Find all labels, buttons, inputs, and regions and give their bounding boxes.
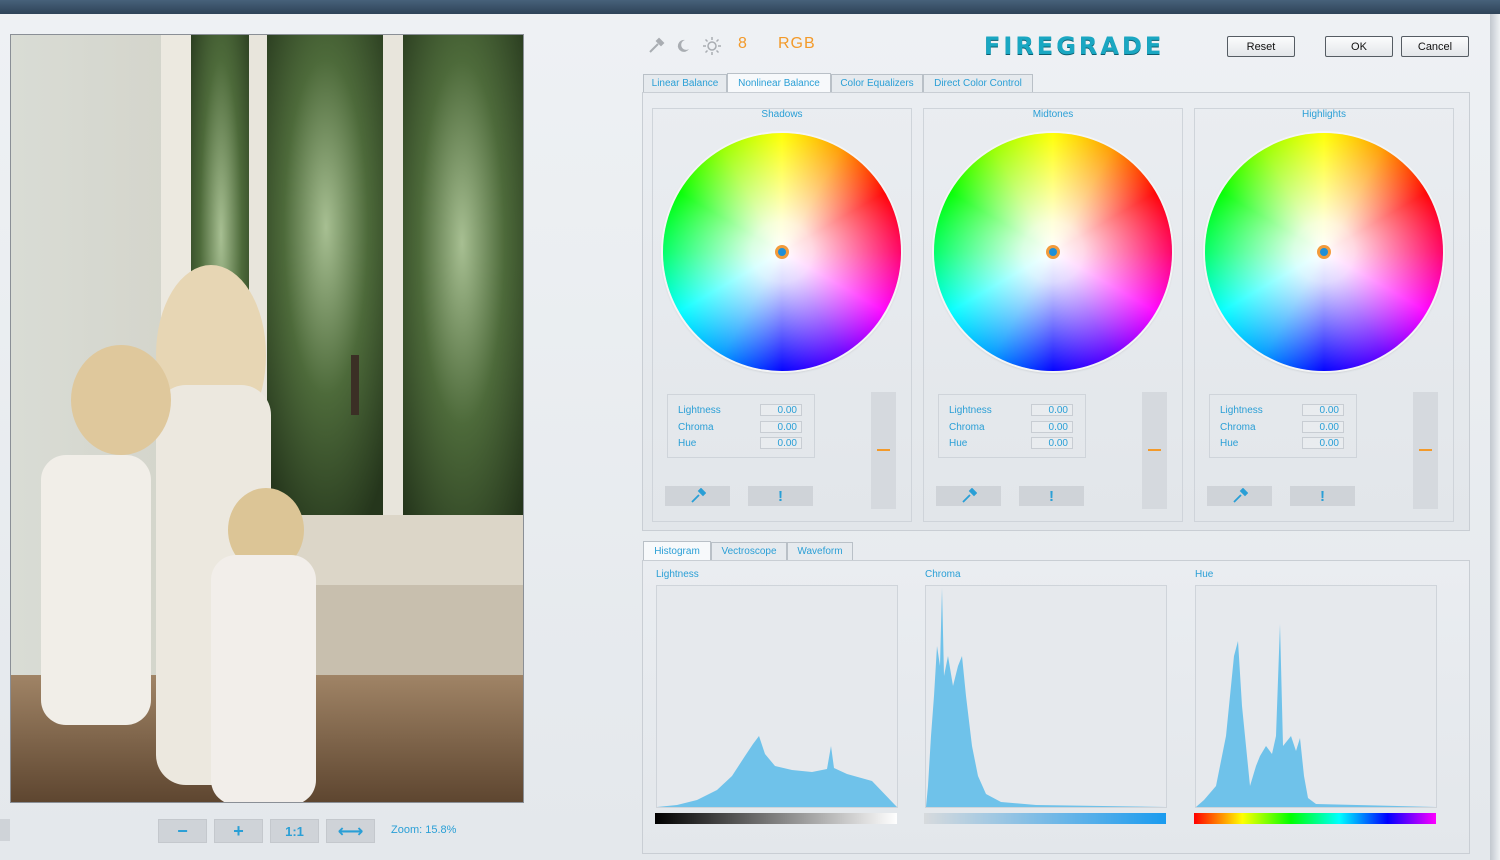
highlights-values: Lightness 0.00 Chroma 0.00 Hue 0.00 bbox=[1209, 394, 1357, 458]
firegrade-window: − + 1:1 ⟷ Zoom: 15.8% 8 RGB FIREGRADE Re… bbox=[0, 14, 1490, 860]
chroma-histogram-plot bbox=[926, 588, 1166, 807]
shadows-color-wheel[interactable] bbox=[663, 133, 901, 371]
shadows-level-slider[interactable] bbox=[871, 392, 896, 509]
midtones-section: Midtones Lightness 0.00 Chroma 0.00 Hue … bbox=[923, 108, 1183, 522]
zoom-toolbar: − + 1:1 ⟷ Zoom: 15.8% bbox=[0, 819, 520, 843]
lightness-label: Lightness bbox=[1220, 405, 1263, 416]
tab-histogram[interactable]: Histogram bbox=[643, 541, 711, 561]
shadows-picker-button[interactable] bbox=[665, 486, 730, 506]
chroma-histogram bbox=[925, 585, 1167, 808]
preview-photo bbox=[11, 35, 523, 802]
image-preview[interactable] bbox=[10, 34, 524, 803]
hue-histogram-plot bbox=[1196, 624, 1436, 807]
chroma-gradient-bar bbox=[924, 813, 1166, 824]
chroma-histogram-label: Chroma bbox=[925, 569, 961, 580]
tab-vectroscope[interactable]: Vectroscope bbox=[711, 542, 787, 561]
slider-thumb[interactable] bbox=[1148, 449, 1161, 451]
wheel-handle[interactable] bbox=[1046, 245, 1060, 259]
ok-button[interactable]: OK bbox=[1325, 36, 1393, 57]
shadows-tool[interactable] bbox=[673, 36, 693, 56]
window-edge bbox=[1490, 14, 1500, 860]
lightness-field[interactable]: 0.00 bbox=[760, 404, 802, 416]
tab-waveform[interactable]: Waveform bbox=[787, 542, 853, 561]
eyedropper-icon bbox=[649, 37, 665, 53]
eyedropper-icon bbox=[1232, 488, 1248, 503]
wheel-handle[interactable] bbox=[775, 245, 789, 259]
zoom-level-label: Zoom: 15.8% bbox=[391, 824, 457, 836]
hue-label: Hue bbox=[1220, 438, 1239, 449]
app-logo: FIREGRADE bbox=[984, 32, 1165, 60]
chroma-field[interactable]: 0.00 bbox=[1302, 421, 1344, 433]
midtones-level-slider[interactable] bbox=[1142, 392, 1167, 509]
actual-size-button[interactable]: 1:1 bbox=[270, 819, 319, 843]
lightness-field[interactable]: 0.00 bbox=[1031, 404, 1073, 416]
tab-direct-color-control[interactable]: Direct Color Control bbox=[923, 74, 1033, 93]
moon-icon bbox=[677, 39, 689, 52]
chroma-label: Chroma bbox=[949, 422, 985, 433]
midtones-color-wheel[interactable] bbox=[934, 133, 1172, 371]
lightness-label: Lightness bbox=[949, 405, 992, 416]
chroma-label: Chroma bbox=[678, 422, 714, 433]
highlights-color-wheel[interactable] bbox=[1205, 133, 1443, 371]
lightness-histogram-plot bbox=[657, 736, 897, 807]
sun-icon bbox=[703, 37, 721, 55]
tab-color-equalizers[interactable]: Color Equalizers bbox=[831, 74, 923, 93]
wheel-handle[interactable] bbox=[1317, 245, 1331, 259]
lightness-field[interactable]: 0.00 bbox=[1302, 404, 1344, 416]
hue-histogram-label: Hue bbox=[1195, 569, 1214, 580]
bit-depth-toggle[interactable]: 8 bbox=[738, 35, 747, 53]
fit-width-button[interactable]: ⟷ bbox=[326, 819, 375, 843]
chroma-label: Chroma bbox=[1220, 422, 1256, 433]
section-title: Shadows bbox=[761, 109, 803, 120]
reset-button[interactable]: Reset bbox=[1227, 36, 1295, 57]
eyedropper-icon bbox=[961, 488, 977, 503]
lightness-histogram bbox=[656, 585, 898, 808]
lightness-histogram-label: Lightness bbox=[656, 569, 699, 580]
highlights-picker-button[interactable] bbox=[1207, 486, 1272, 506]
section-title: Midtones bbox=[1032, 109, 1074, 120]
lightness-label: Lightness bbox=[678, 405, 721, 416]
highlights-level-slider[interactable] bbox=[1413, 392, 1438, 509]
zoom-out-button[interactable]: − bbox=[158, 819, 207, 843]
eyedropper-tool[interactable] bbox=[646, 36, 666, 56]
actual-size-icon: 1:1 bbox=[285, 823, 304, 839]
highlights-tool[interactable] bbox=[702, 36, 722, 56]
hue-field[interactable]: 0.00 bbox=[1302, 437, 1344, 449]
midtones-picker-button[interactable] bbox=[936, 486, 1001, 506]
chroma-field[interactable]: 0.00 bbox=[1031, 421, 1073, 433]
zoom-in-icon: + bbox=[233, 820, 244, 841]
hue-label: Hue bbox=[678, 438, 697, 449]
tab-linear-balance[interactable]: Linear Balance bbox=[643, 74, 727, 93]
eyedropper-icon bbox=[690, 488, 706, 503]
cancel-button[interactable]: Cancel bbox=[1401, 36, 1469, 57]
chroma-field[interactable]: 0.00 bbox=[760, 421, 802, 433]
hue-gradient-bar bbox=[1194, 813, 1436, 824]
slider-thumb[interactable] bbox=[877, 449, 890, 451]
lightness-gradient-bar bbox=[655, 813, 897, 824]
window-titlebar bbox=[0, 0, 1500, 14]
highlights-reset-button[interactable]: ! bbox=[1290, 486, 1355, 506]
highlights-section: Highlights Lightness 0.00 Chroma 0.00 Hu… bbox=[1194, 108, 1454, 522]
shadows-reset-button[interactable]: ! bbox=[748, 486, 813, 506]
zoom-out-icon: − bbox=[177, 820, 188, 841]
tab-nonlinear-balance[interactable]: Nonlinear Balance bbox=[727, 73, 831, 93]
hue-histogram bbox=[1195, 585, 1437, 808]
midtones-reset-button[interactable]: ! bbox=[1019, 486, 1084, 506]
color-mode-toggle[interactable]: RGB bbox=[778, 35, 816, 53]
slider-thumb[interactable] bbox=[1419, 449, 1432, 451]
hue-field[interactable]: 0.00 bbox=[1031, 437, 1073, 449]
shadows-values: Lightness 0.00 Chroma 0.00 Hue 0.00 bbox=[667, 394, 815, 458]
shadows-section: Shadows Lightness 0.00 Chroma 0.00 Hue 0… bbox=[652, 108, 912, 522]
hue-field[interactable]: 0.00 bbox=[760, 437, 802, 449]
midtones-values: Lightness 0.00 Chroma 0.00 Hue 0.00 bbox=[938, 394, 1086, 458]
section-title: Highlights bbox=[1302, 109, 1346, 120]
zoom-in-button[interactable]: + bbox=[214, 819, 263, 843]
fit-width-icon: ⟷ bbox=[337, 820, 364, 841]
hue-label: Hue bbox=[949, 438, 968, 449]
